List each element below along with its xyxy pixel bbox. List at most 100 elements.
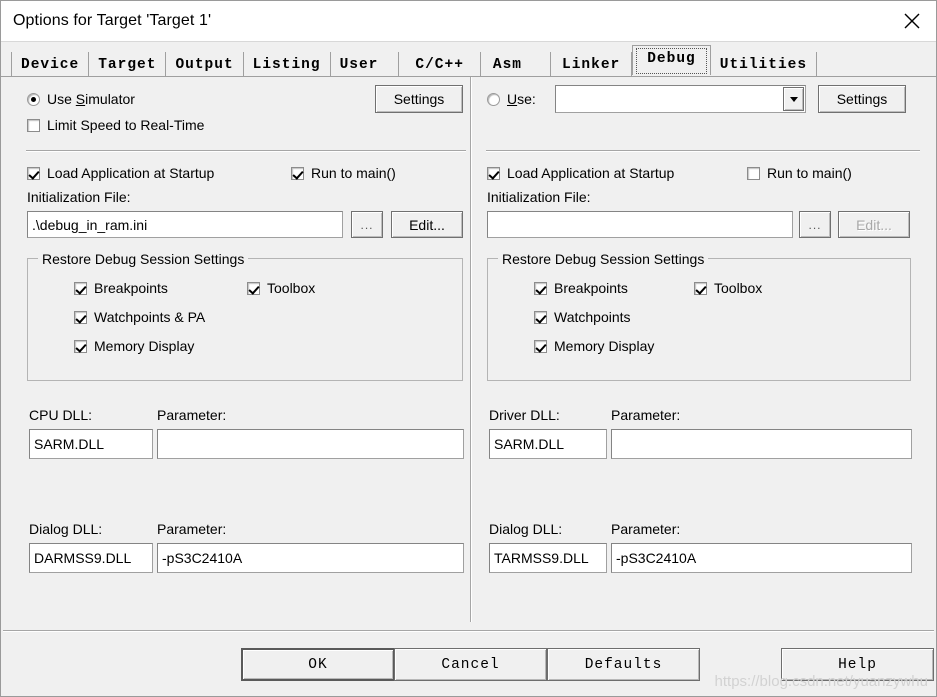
initialization-file-browse-button[interactable]: ... — [351, 211, 383, 238]
input-value: SARM.DLL — [34, 436, 105, 452]
checkbox-indicator[interactable] — [27, 118, 40, 132]
driver-panel: Use: Settings Load Application at Startu… — [475, 77, 927, 622]
toolbox-checkbox[interactable]: Toolbox — [694, 279, 762, 296]
initialization-file-edit-button[interactable]: Edit... — [391, 211, 463, 238]
memory-display-label: Memory Display — [94, 338, 195, 355]
load-application-label: Load Application at Startup — [507, 165, 675, 182]
use-driver-radio[interactable]: Use: — [487, 90, 536, 107]
dialog-dll-label: Dialog DLL: — [29, 521, 103, 537]
ok-button[interactable]: OK — [241, 648, 395, 681]
input-value: .\debug_in_ram.ini — [32, 216, 148, 233]
group-title: Restore Debug Session Settings — [498, 251, 709, 267]
simulator-settings-button[interactable]: Settings — [375, 85, 463, 113]
cpu-dll-label: CPU DLL: — [29, 407, 93, 423]
driver-select[interactable] — [555, 85, 806, 113]
load-application-checkbox[interactable]: Load Application at Startup — [27, 164, 214, 181]
chevron-down-icon[interactable] — [783, 87, 804, 111]
dialog-dll-input[interactable]: TARMSS9.DLL — [489, 543, 607, 573]
initialization-file-label: Initialization File: — [487, 189, 591, 205]
button-label: Settings — [836, 91, 888, 107]
tab-user[interactable]: User — [330, 52, 400, 78]
breakpoints-checkbox[interactable]: Breakpoints — [74, 279, 168, 296]
debug-tab-panel: Use Simulator Settings Limit Speed to Re… — [1, 76, 936, 630]
checkbox-indicator[interactable] — [27, 166, 40, 180]
load-application-checkbox[interactable]: Load Application at Startup — [487, 164, 674, 181]
close-button[interactable] — [888, 1, 936, 41]
driver-settings-button[interactable]: Settings — [818, 85, 906, 113]
title-bar: Options for Target 'Target 1' — [1, 1, 936, 42]
button-label: Cancel — [441, 656, 500, 673]
radio-indicator[interactable] — [487, 92, 500, 106]
accel-char: S — [75, 91, 86, 108]
cpu-dll-parameter-input[interactable] — [157, 429, 464, 459]
checkbox-indicator[interactable] — [487, 166, 500, 180]
button-label: ... — [808, 217, 822, 232]
tab-asm[interactable]: Asm — [480, 52, 552, 78]
dialog-title: Options for Target 'Target 1' — [13, 12, 212, 29]
button-label: OK — [308, 656, 328, 673]
checkbox-indicator[interactable] — [534, 281, 547, 295]
cpu-dll-input[interactable]: SARM.DLL — [29, 429, 153, 459]
dialog-dll-parameter-input[interactable]: -pS3C2410A — [157, 543, 464, 573]
checkbox-indicator[interactable] — [291, 166, 304, 180]
toolbox-label: Toolbox — [714, 280, 763, 297]
tab-linker[interactable]: Linker — [551, 52, 633, 78]
driver-dll-parameter-label: Parameter: — [611, 407, 681, 423]
options-dialog: Options for Target 'Target 1' Device Tar… — [0, 0, 937, 697]
limit-speed-checkbox[interactable]: Limit Speed to Real-Time — [27, 116, 204, 133]
help-button[interactable]: Help — [781, 648, 934, 681]
input-value: -pS3C2410A — [616, 550, 697, 566]
watchpoints-checkbox[interactable]: Watchpoints & PA — [74, 308, 205, 325]
tab-focus-rect — [636, 48, 707, 74]
breakpoints-checkbox[interactable]: Breakpoints — [534, 279, 628, 296]
memory-display-checkbox[interactable]: Memory Display — [534, 337, 654, 354]
cpu-dll-parameter-label: Parameter: — [157, 407, 227, 423]
checkbox-indicator[interactable] — [74, 310, 87, 324]
tab-utilities[interactable]: Utilities — [710, 52, 818, 78]
tab-output[interactable]: Output — [166, 52, 244, 78]
dialog-dll-parameter-input[interactable]: -pS3C2410A — [611, 543, 912, 573]
use-simulator-radio[interactable]: Use Simulator — [27, 90, 135, 107]
tab-c-cpp[interactable]: C/C++ — [399, 52, 481, 78]
checkbox-indicator[interactable] — [74, 281, 87, 295]
cancel-button[interactable]: Cancel — [394, 648, 547, 681]
driver-dll-parameter-input[interactable] — [611, 429, 912, 459]
defaults-button[interactable]: Defaults — [547, 648, 700, 681]
driver-select-value — [556, 86, 782, 112]
checkbox-indicator[interactable] — [534, 339, 547, 353]
breakpoints-label: Breakpoints — [554, 280, 628, 297]
accel-char: U — [507, 91, 518, 108]
checkbox-indicator[interactable] — [247, 281, 260, 295]
tab-label: Linker — [562, 57, 621, 73]
toolbox-label: Toolbox — [267, 280, 316, 297]
watchpoints-label: Watchpoints & PA — [94, 309, 206, 326]
driver-dll-label: Driver DLL: — [489, 407, 560, 423]
dialog-dll-input[interactable]: DARMSS9.DLL — [29, 543, 153, 573]
dialog-dll-parameter-label: Parameter: — [611, 521, 681, 537]
checkbox-indicator[interactable] — [74, 339, 87, 353]
memory-display-checkbox[interactable]: Memory Display — [74, 337, 194, 354]
run-to-main-checkbox[interactable]: Run to main() — [747, 164, 852, 181]
tab-target[interactable]: Target — [89, 52, 167, 78]
initialization-file-browse-button[interactable]: ... — [799, 211, 831, 238]
checkbox-indicator[interactable] — [694, 281, 707, 295]
tab-debug[interactable]: Debug — [632, 45, 711, 75]
initialization-file-input[interactable] — [487, 211, 793, 238]
input-value: SARM.DLL — [494, 436, 565, 452]
tab-device[interactable]: Device — [11, 52, 90, 78]
dialog-dll-parameter-label: Parameter: — [157, 521, 227, 537]
run-to-main-checkbox[interactable]: Run to main() — [291, 164, 396, 181]
radio-indicator[interactable] — [27, 92, 40, 106]
close-icon — [902, 11, 922, 31]
use-simulator-label: Use Simulator — [47, 91, 135, 108]
dialog-button-bar: OK Cancel Defaults Help https://blog.csd… — [1, 630, 936, 696]
tab-listing[interactable]: Listing — [243, 52, 331, 78]
initialization-file-label: Initialization File: — [27, 189, 131, 205]
initialization-file-input[interactable]: .\debug_in_ram.ini — [27, 211, 343, 238]
driver-dll-input[interactable]: SARM.DLL — [489, 429, 607, 459]
button-label: Settings — [393, 91, 445, 107]
checkbox-indicator[interactable] — [534, 310, 547, 324]
toolbox-checkbox[interactable]: Toolbox — [247, 279, 315, 296]
checkbox-indicator[interactable] — [747, 166, 760, 180]
watchpoints-checkbox[interactable]: Watchpoints — [534, 308, 631, 325]
